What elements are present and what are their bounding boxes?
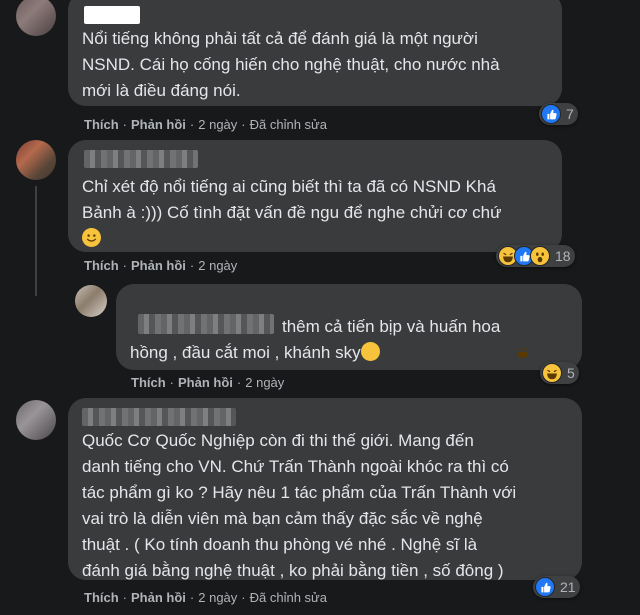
- reply-link[interactable]: Phản hồi: [131, 258, 186, 273]
- like-link[interactable]: Thích: [84, 117, 119, 132]
- like-icon: [541, 104, 561, 124]
- comment-text: Nổi tiếng không phải tất cả để đánh giá …: [82, 29, 500, 100]
- like-link[interactable]: Thích: [131, 375, 166, 390]
- reaction-count: 18: [555, 248, 571, 264]
- reaction-summary[interactable]: 21: [533, 576, 580, 598]
- comment-text: Quốc Cơ Quốc Nghiệp còn đi thi thế giới.…: [82, 431, 517, 580]
- haha-icon: [542, 363, 562, 383]
- comment-bubble: Chỉ xét độ nổi tiếng ai cũng biết thì ta…: [68, 140, 562, 252]
- reply-link[interactable]: Phản hồi: [131, 117, 186, 132]
- reply-bubble: thêm cả tiến bịp và huấn hoa hồng , đầu …: [116, 284, 582, 370]
- reply-link[interactable]: Phản hồi: [131, 590, 186, 605]
- comment-time[interactable]: 2 ngày: [245, 375, 284, 390]
- comment-actions: Thích · Phản hồi · 2 ngày · Đã chỉnh sửa: [84, 590, 327, 605]
- comment-actions: Thích · Phản hồi · 2 ngày · Đã chỉnh sửa: [84, 117, 327, 132]
- commenter-avatar[interactable]: [16, 140, 56, 180]
- comment-time[interactable]: 2 ngày: [198, 590, 237, 605]
- comment-time[interactable]: 2 ngày: [198, 258, 237, 273]
- reply-link[interactable]: Phản hồi: [178, 375, 233, 390]
- comment-text: Chỉ xét độ nổi tiếng ai cũng biết thì ta…: [82, 174, 502, 252]
- smile-emoji-icon: [82, 228, 101, 247]
- wow-icon: [530, 246, 550, 266]
- commenter-name-redacted[interactable]: [82, 408, 236, 426]
- edited-label: Đã chỉnh sửa: [249, 590, 327, 605]
- reply-text: thêm cả tiến bịp và huấn hoa hồng , đầu …: [130, 314, 528, 366]
- comment-bubble: Nổi tiếng không phải tất cả để đánh giá …: [68, 0, 562, 106]
- laughing-emoji-icon: [360, 342, 528, 361]
- commenter-name-redacted[interactable]: [84, 150, 198, 168]
- like-link[interactable]: Thích: [84, 590, 119, 605]
- commenter-avatar[interactable]: [16, 400, 56, 440]
- reaction-summary[interactable]: 5: [540, 362, 579, 384]
- like-link[interactable]: Thích: [84, 258, 119, 273]
- commenter-name-redacted[interactable]: [84, 6, 140, 24]
- reaction-summary[interactable]: 18: [496, 245, 575, 267]
- reaction-summary[interactable]: 7: [539, 103, 578, 125]
- comment-bubble: Quốc Cơ Quốc Nghiệp còn đi thi thế giới.…: [68, 398, 582, 580]
- comment-actions: Thích · Phản hồi · 2 ngày: [84, 258, 238, 273]
- commenter-avatar[interactable]: [16, 0, 56, 36]
- reaction-count: 5: [567, 365, 575, 381]
- like-icon: [535, 577, 555, 597]
- reaction-count: 21: [560, 579, 576, 595]
- comment-time[interactable]: 2 ngày: [198, 117, 237, 132]
- reaction-count: 7: [566, 106, 574, 122]
- reply-actions: Thích · Phản hồi · 2 ngày: [131, 375, 285, 390]
- reply-avatar[interactable]: [75, 285, 107, 317]
- edited-label: Đã chỉnh sửa: [249, 117, 327, 132]
- reply-thread-line: [35, 186, 37, 296]
